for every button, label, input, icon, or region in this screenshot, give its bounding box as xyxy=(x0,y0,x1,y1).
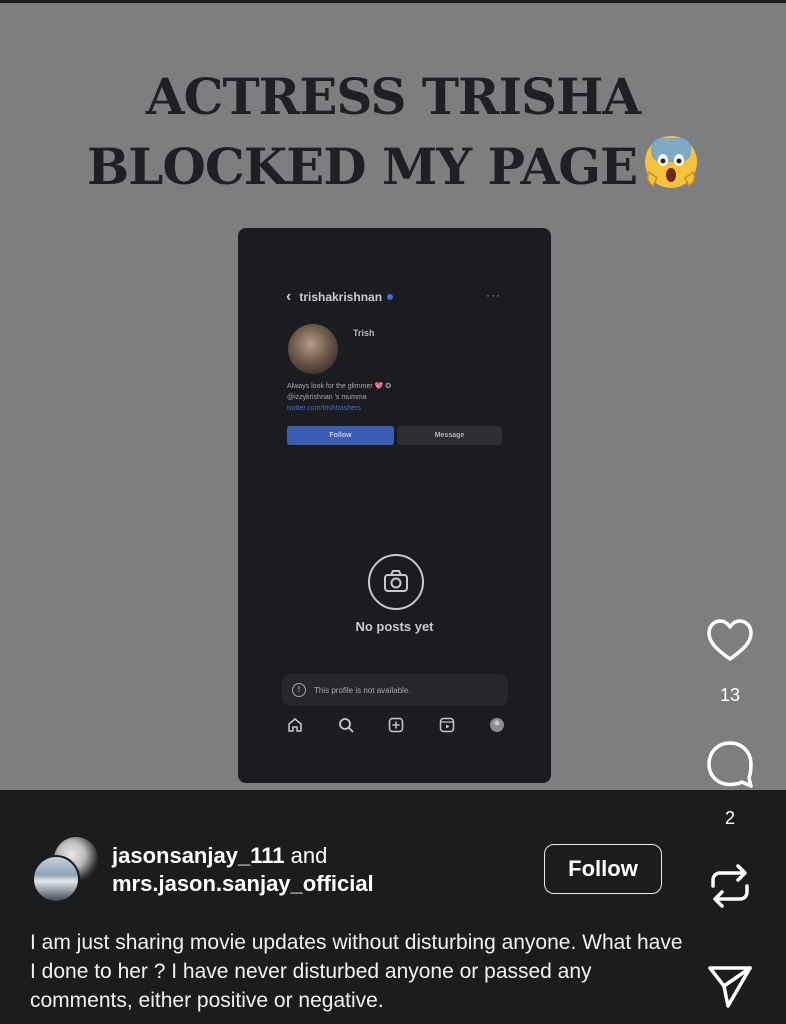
home-icon xyxy=(288,718,302,732)
share-icon[interactable] xyxy=(704,960,756,1012)
reels-icon xyxy=(439,717,454,733)
no-posts-text: No posts yet xyxy=(355,619,434,634)
profile-unavailable-notice: ! This profile is not available. xyxy=(282,674,508,706)
author-1-username[interactable]: jasonsanjay_111 xyxy=(112,843,284,868)
and-text: and xyxy=(290,843,328,868)
profile-username: trishakrishnan xyxy=(299,290,383,304)
top-status-strip xyxy=(0,0,786,3)
follow-button[interactable]: Follow xyxy=(544,844,662,894)
profile-avatar xyxy=(288,324,338,374)
bio-line-2: @izzykrishnan 's mumma xyxy=(287,394,367,401)
author-line-2: mrs.jason.sanjay_official xyxy=(112,870,374,898)
author-2-username[interactable]: mrs.jason.sanjay_official xyxy=(112,871,374,896)
search-icon xyxy=(338,718,354,733)
repost-icon[interactable] xyxy=(704,860,756,912)
headline-line-2: BLOCKED MY PAGE xyxy=(0,132,786,202)
back-icon: ‹ xyxy=(286,288,292,305)
camera-icon xyxy=(368,554,424,610)
bio-line-1: Always look for the glimmer 💖 ✪ xyxy=(287,383,392,390)
profile-message-button: Message xyxy=(397,426,502,445)
more-icon: ··· xyxy=(486,288,501,302)
notice-text: This profile is not available. xyxy=(314,685,411,695)
heart-icon[interactable] xyxy=(704,615,756,667)
embedded-phone-screenshot: ‹ trishakrishnan ··· Trish Always look f… xyxy=(238,228,551,783)
post-authors: jasonsanjay_111 and mrs.jason.sanjay_off… xyxy=(112,842,374,898)
headline-line-1: ACTRESS TRISHA xyxy=(145,67,641,126)
profile-icon xyxy=(490,718,504,732)
comment-icon[interactable] xyxy=(704,738,756,790)
comment-count[interactable]: 2 xyxy=(700,808,760,829)
collab-avatars[interactable] xyxy=(32,835,100,903)
verified-badge-icon xyxy=(387,294,394,300)
add-icon xyxy=(388,717,404,733)
like-count[interactable]: 13 xyxy=(700,685,760,706)
info-icon: ! xyxy=(292,683,306,697)
profile-follow-button: Follow xyxy=(287,426,394,445)
bio-link: twitter.com/trishtrashers xyxy=(287,405,361,412)
profile-name: Trish xyxy=(353,328,375,338)
shocked-emoji xyxy=(643,134,699,190)
author-line-1: jasonsanjay_111 and xyxy=(112,842,374,870)
profile-header: ‹ trishakrishnan xyxy=(286,288,394,306)
embedded-bottom-nav xyxy=(286,716,506,734)
post-image-headline: ACTRESS TRISHA BLOCKED MY PAGE xyxy=(0,62,786,202)
post-caption: I am just sharing movie updates without … xyxy=(30,931,683,1012)
profile-bio: Always look for the glimmer 💖 ✪ @izzykri… xyxy=(287,381,391,414)
headline-line-2-text: BLOCKED MY PAGE xyxy=(86,137,638,196)
avatar-user-2[interactable] xyxy=(32,855,80,903)
